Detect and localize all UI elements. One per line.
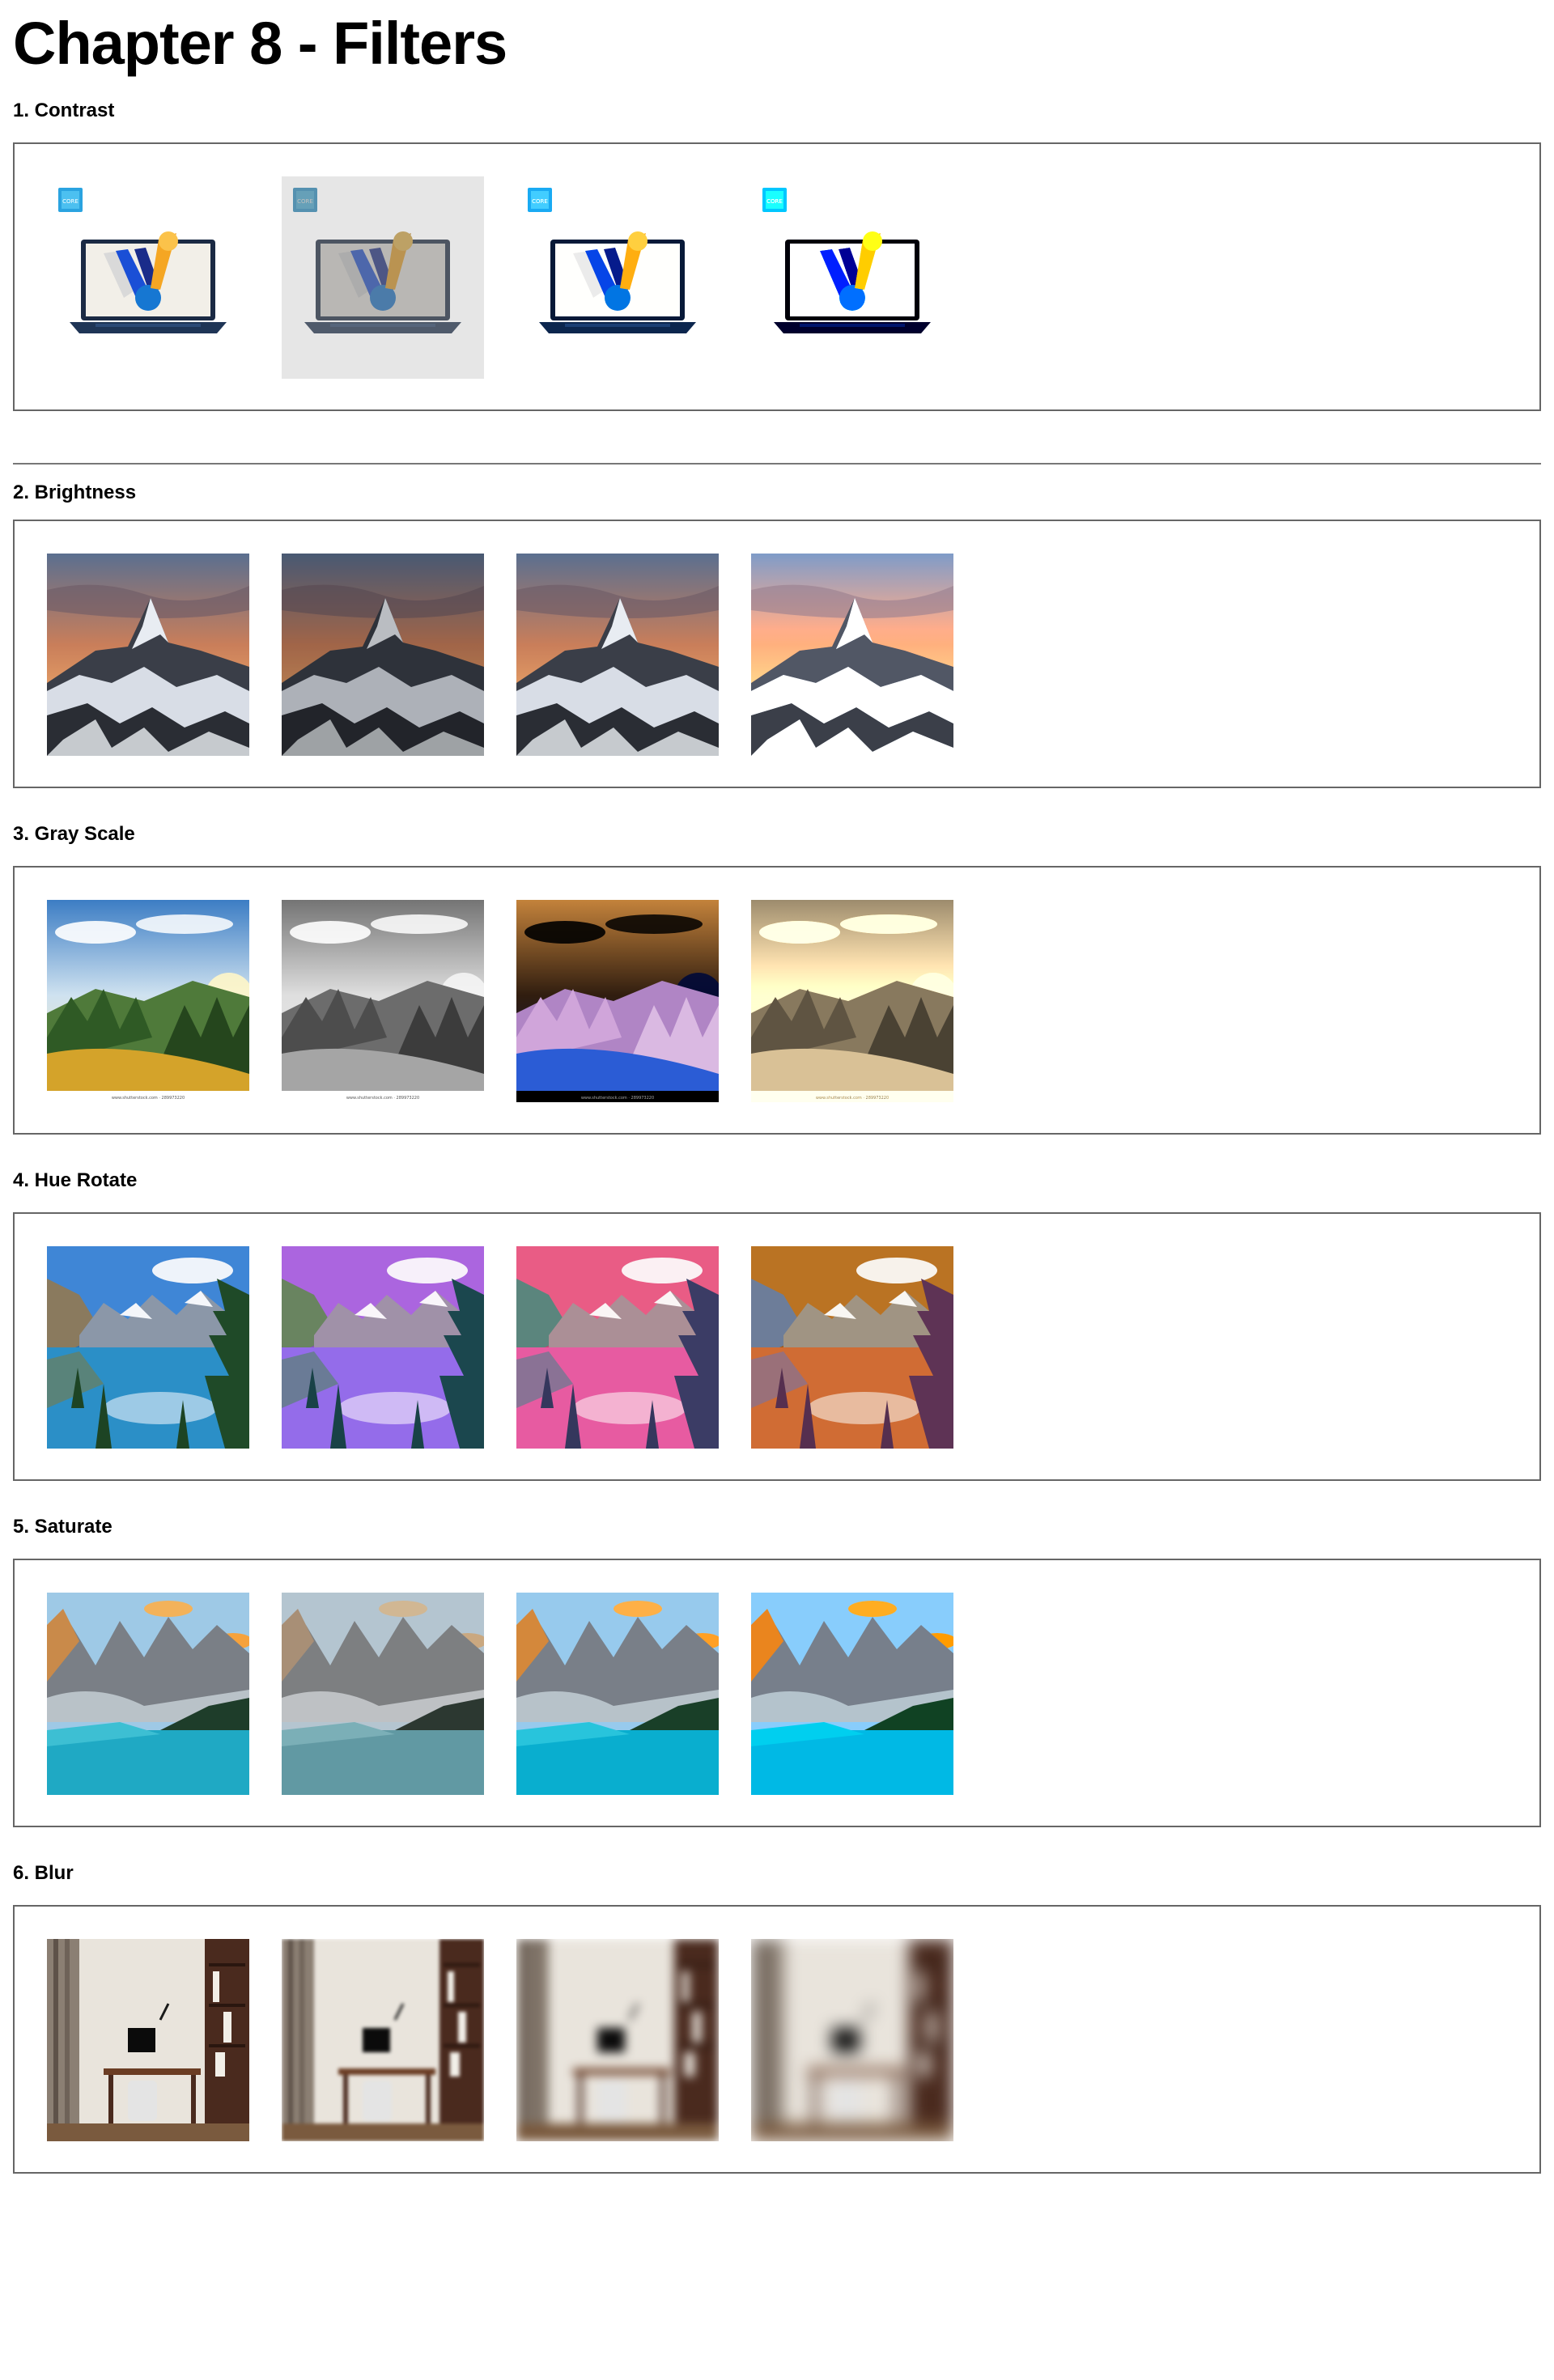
office-image xyxy=(282,1939,484,2141)
turquoise-lake-image xyxy=(516,1593,719,1795)
section-title-gray-scale: 3. Gray Scale xyxy=(13,823,135,845)
photo-laptop: CORE xyxy=(762,188,931,333)
turquoise-lake-image xyxy=(47,1593,249,1795)
office-image xyxy=(47,1939,249,2141)
svg-text:CORE: CORE xyxy=(62,198,79,205)
laptop-image: CORE xyxy=(282,176,484,379)
photo-home-office xyxy=(516,1939,719,2141)
svg-text:CORE: CORE xyxy=(766,198,783,205)
section-title-saturate: 5. Saturate xyxy=(13,1516,113,1538)
photo-turquoise-lake xyxy=(516,1593,719,1795)
forest-image: www.shutterstock.com · 289973220 xyxy=(516,900,719,1102)
lake-image xyxy=(47,1246,249,1449)
saturate-gallery xyxy=(13,1559,1541,1827)
brightness-gallery xyxy=(13,520,1541,788)
lake-image xyxy=(282,1246,484,1449)
photo-mountain-sunset xyxy=(47,554,249,756)
mountain-image xyxy=(516,554,719,756)
photo-forest-valley: www.shutterstock.com · 289973220 xyxy=(282,900,484,1102)
photo-lake-reflection xyxy=(516,1246,719,1449)
svg-text:www.shutterstock.com · 2899732: www.shutterstock.com · 289973220 xyxy=(581,1096,654,1101)
grayscale-gallery: www.shutterstock.com · 289973220 www.shu… xyxy=(13,866,1541,1135)
photo-turquoise-lake xyxy=(751,1593,953,1795)
blur-gallery xyxy=(13,1905,1541,2174)
turquoise-lake-image xyxy=(282,1593,484,1795)
lake-image xyxy=(516,1246,719,1449)
photo-lake-reflection xyxy=(751,1246,953,1449)
page: Chapter 8 - Filters 1. Contrast CORE COR… xyxy=(0,0,1554,2174)
photo-lake-reflection xyxy=(282,1246,484,1449)
contrast-gallery: CORE CORE CORE CORE xyxy=(13,142,1541,411)
laptop-image: CORE xyxy=(751,176,953,379)
photo-home-office xyxy=(751,1939,953,2141)
photo-mountain-sunset xyxy=(751,554,953,756)
page-title: Chapter 8 - Filters xyxy=(13,10,507,77)
forest-image: www.shutterstock.com · 289973220 xyxy=(751,900,953,1102)
section-title-brightness: 2. Brightness xyxy=(13,482,137,503)
laptop-image: CORE xyxy=(47,176,249,379)
laptop-image: CORE xyxy=(516,176,719,379)
photo-lake-reflection xyxy=(47,1246,249,1449)
section-title-contrast: 1. Contrast xyxy=(13,100,115,121)
svg-text:www.shutterstock.com · 2899732: www.shutterstock.com · 289973220 xyxy=(816,1096,889,1101)
photo-home-office xyxy=(282,1939,484,2141)
forest-image: www.shutterstock.com · 289973220 xyxy=(282,900,484,1102)
photo-laptop: CORE xyxy=(58,188,227,333)
section-divider xyxy=(13,463,1541,465)
photo-laptop: CORE xyxy=(293,188,461,333)
mountain-image xyxy=(751,554,953,756)
forest-image: www.shutterstock.com · 289973220 xyxy=(47,900,249,1102)
turquoise-lake-image xyxy=(751,1593,953,1795)
office-image xyxy=(516,1939,719,2141)
photo-mountain-sunset xyxy=(282,554,484,756)
svg-text:CORE: CORE xyxy=(297,198,313,205)
mountain-image xyxy=(47,554,249,756)
svg-text:CORE: CORE xyxy=(532,198,548,205)
photo-forest-valley: www.shutterstock.com · 289973220 xyxy=(751,900,953,1102)
photo-turquoise-lake xyxy=(282,1593,484,1795)
hue-rotate-gallery xyxy=(13,1212,1541,1481)
office-image xyxy=(751,1939,953,2141)
photo-turquoise-lake xyxy=(47,1593,249,1795)
svg-text:www.shutterstock.com · 2899732: www.shutterstock.com · 289973220 xyxy=(112,1096,185,1101)
svg-text:www.shutterstock.com · 2899732: www.shutterstock.com · 289973220 xyxy=(346,1096,419,1101)
mountain-image xyxy=(282,554,484,756)
lake-image xyxy=(751,1246,953,1449)
section-title-blur: 6. Blur xyxy=(13,1862,74,1884)
photo-forest-valley: www.shutterstock.com · 289973220 xyxy=(516,900,719,1102)
photo-mountain-sunset xyxy=(516,554,719,756)
photo-home-office xyxy=(47,1939,249,2141)
section-title-hue-rotate: 4. Hue Rotate xyxy=(13,1169,138,1191)
photo-laptop: CORE xyxy=(528,188,696,333)
photo-forest-valley: www.shutterstock.com · 289973220 xyxy=(47,900,249,1102)
